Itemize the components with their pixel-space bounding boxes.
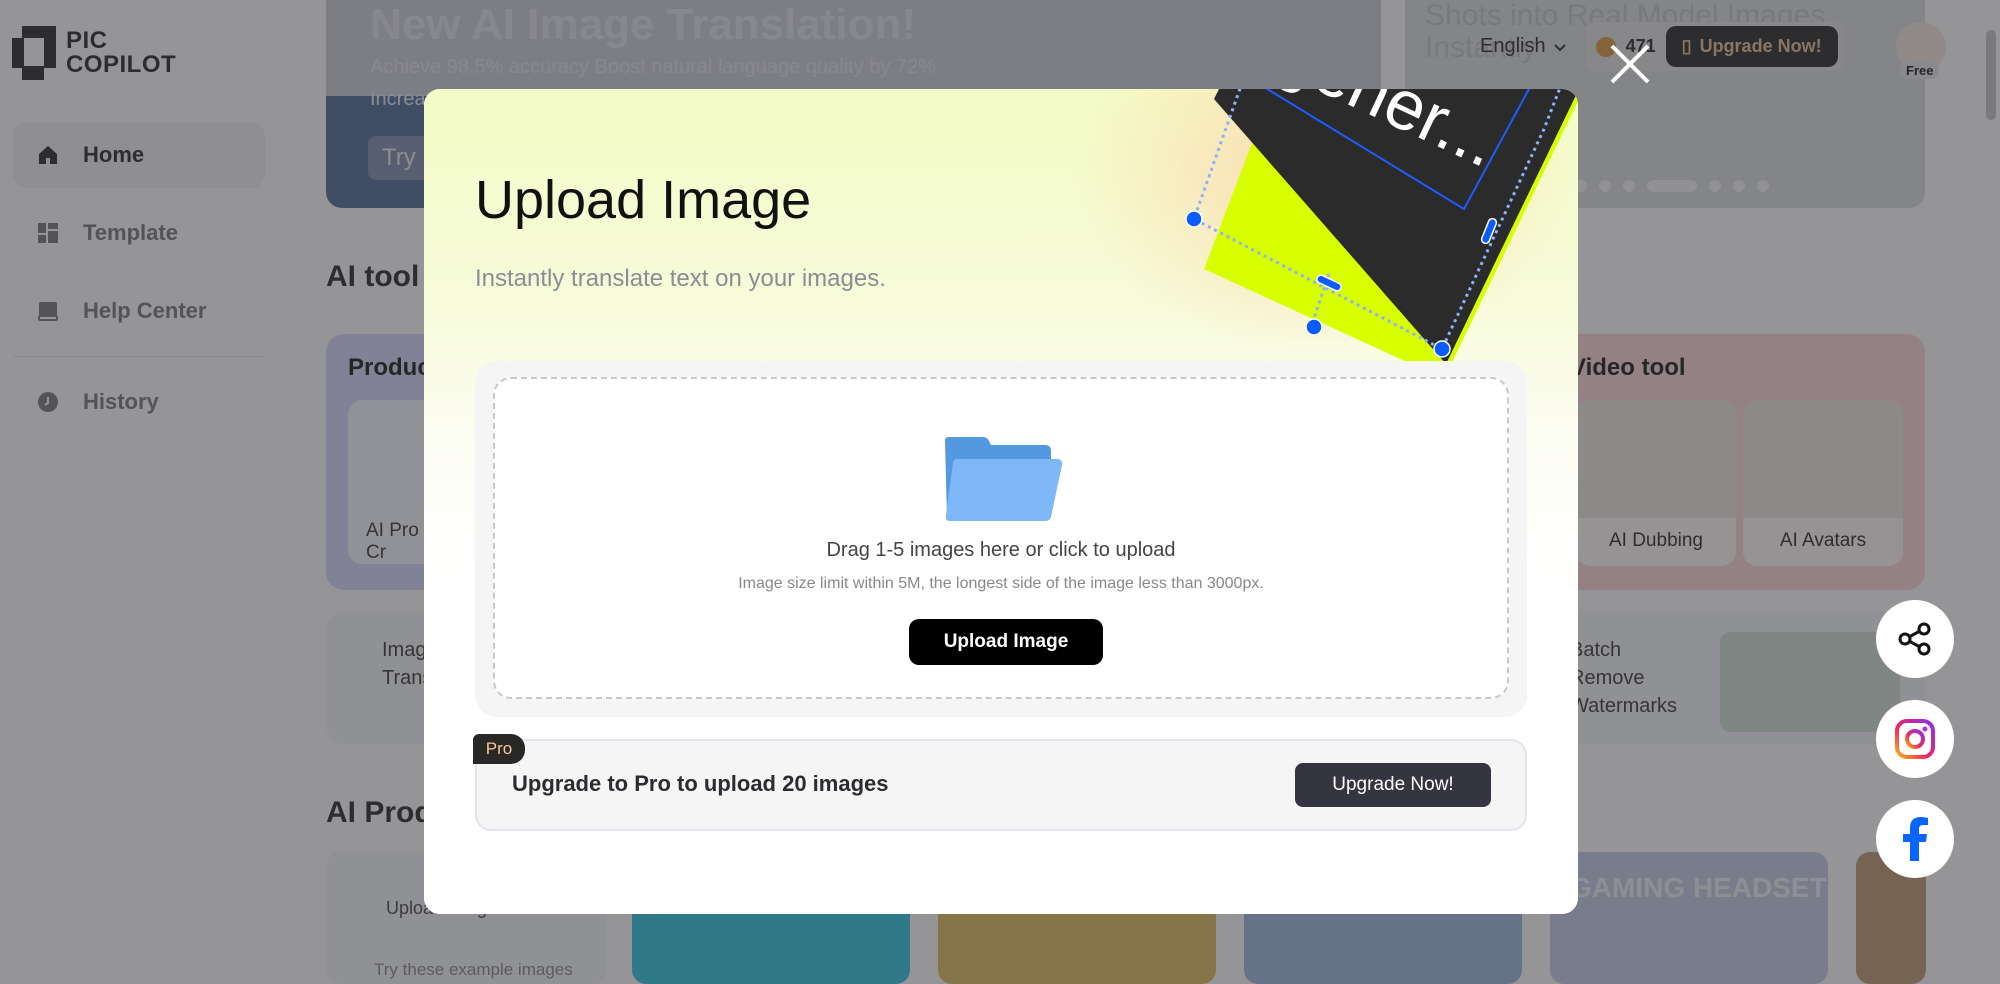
instagram-icon — [1895, 719, 1935, 759]
resize-handle — [1433, 340, 1451, 358]
pro-upsell-box: Upgrade to Pro to upload 20 images Upgra… — [475, 739, 1527, 831]
close-modal-button[interactable] — [1608, 42, 1652, 86]
dropzone-instruction: Drag 1-5 images here or click to upload — [826, 539, 1176, 561]
dropzone-container: Drag 1-5 images here or click to upload … — [475, 361, 1527, 717]
instagram-button[interactable] — [1876, 700, 1954, 778]
dropzone[interactable]: Drag 1-5 images here or click to upload … — [493, 377, 1509, 699]
folder-icon — [945, 437, 1063, 521]
dropzone-hint: Image size limit within 5M, the longest … — [738, 575, 1264, 592]
resize-handle — [1185, 210, 1203, 228]
modal-subtitle: Instantly translate text on your images. — [475, 265, 886, 292]
facebook-icon — [1903, 817, 1928, 861]
modal-title: Upload Image — [475, 170, 812, 230]
close-icon — [1610, 44, 1650, 84]
upload-image-modal: gener... Upload Image Instantly translat… — [424, 89, 1578, 914]
facebook-button[interactable] — [1876, 800, 1954, 878]
pro-badge: Pro — [473, 734, 525, 764]
rotate-handle — [1305, 318, 1323, 336]
upgrade-now-button[interactable]: Upgrade Now! — [1295, 763, 1491, 807]
decorative-illustration: gener... — [1185, 89, 1578, 379]
share-button[interactable] — [1876, 600, 1954, 678]
upload-image-button[interactable]: Upload Image — [909, 619, 1103, 665]
share-icon — [1898, 622, 1931, 656]
pro-upsell-text: Upgrade to Pro to upload 20 images — [512, 771, 889, 796]
